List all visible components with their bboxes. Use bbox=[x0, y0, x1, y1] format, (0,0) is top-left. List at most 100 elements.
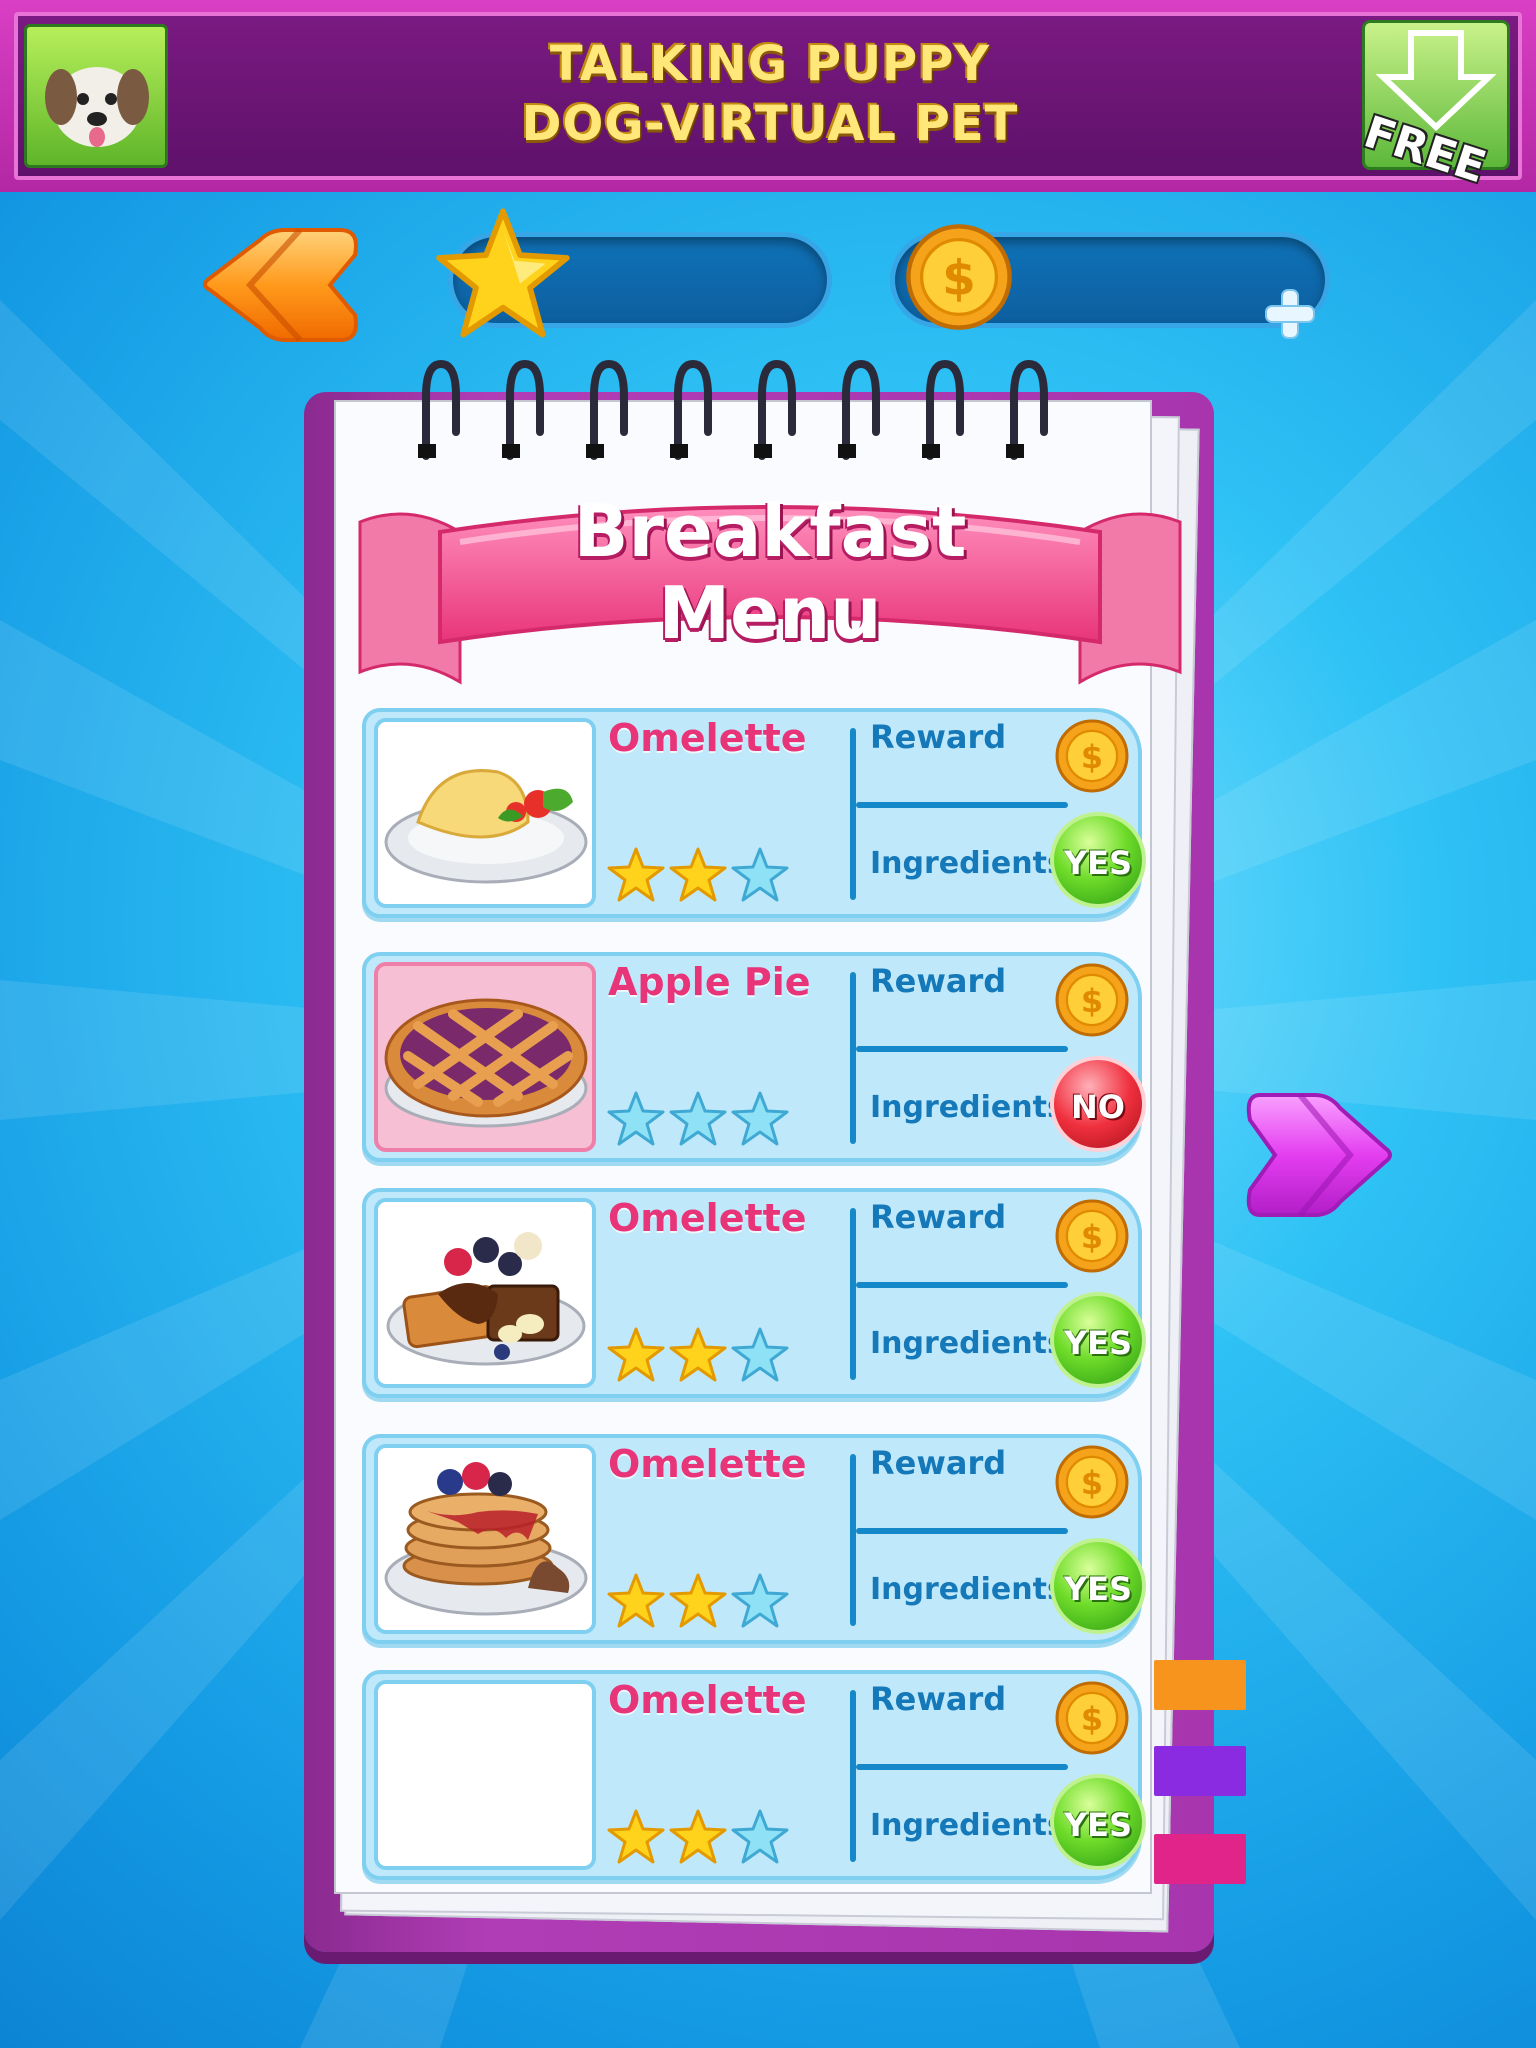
spiral-ring bbox=[586, 359, 628, 460]
ingredients-status: YES bbox=[1063, 1806, 1133, 1844]
reward-coin-icon: $ bbox=[1055, 1445, 1129, 1519]
svg-text:$: $ bbox=[1081, 1218, 1103, 1256]
card-divider bbox=[856, 1282, 1068, 1288]
dish-image-omelette bbox=[374, 718, 596, 908]
star-filled-icon bbox=[607, 1327, 665, 1382]
star-rating bbox=[607, 1573, 789, 1628]
menu-title-line2: Menu bbox=[658, 571, 882, 655]
star-empty-icon bbox=[731, 1327, 789, 1382]
puppy-icon bbox=[45, 67, 149, 147]
add-coins-button[interactable] bbox=[1260, 284, 1320, 344]
star-filled-icon bbox=[607, 1573, 665, 1628]
card-divider bbox=[850, 1208, 856, 1380]
star-empty-icon bbox=[607, 1091, 665, 1146]
ad-title-line2: DOG-VIRTUAL PET bbox=[521, 96, 1019, 152]
spiral-ring bbox=[1006, 359, 1048, 460]
reward-coin-icon: $ bbox=[1055, 963, 1129, 1037]
dish-image-waffles bbox=[374, 1198, 596, 1388]
reward-label: Reward bbox=[870, 962, 1007, 1000]
ingredients-status-badge[interactable]: YES bbox=[1050, 1538, 1146, 1634]
ingredients-status-badge[interactable]: NO bbox=[1050, 1056, 1146, 1152]
dish-image-empty bbox=[374, 1680, 596, 1870]
dish-name: Omelette bbox=[608, 1196, 807, 1240]
star-empty-icon bbox=[731, 1573, 789, 1628]
spiral-ring bbox=[922, 359, 964, 460]
star-filled-icon bbox=[669, 847, 727, 902]
star-filled-icon bbox=[607, 1809, 665, 1864]
menu-item-card[interactable]: Apple Pie Reward Ingredients $ NO bbox=[362, 952, 1146, 1162]
next-arrow-button[interactable] bbox=[1240, 1070, 1400, 1240]
star-empty-icon bbox=[731, 847, 789, 902]
svg-text:$: $ bbox=[1081, 1464, 1103, 1502]
dish-name: Apple Pie bbox=[608, 960, 811, 1004]
star-empty-icon bbox=[669, 1091, 727, 1146]
spiral-ring bbox=[838, 359, 880, 460]
reward-label: Reward bbox=[870, 1680, 1007, 1718]
menu-item-card[interactable]: Omelette Reward Ingredients $ YES bbox=[362, 708, 1146, 918]
reward-label: Reward bbox=[870, 1198, 1007, 1236]
notebook-tab-orange[interactable] bbox=[1154, 1660, 1246, 1710]
star-empty-icon bbox=[731, 1091, 789, 1146]
menu-title: Breakfast Menu bbox=[520, 490, 1020, 654]
card-divider bbox=[856, 1528, 1068, 1534]
notebook-tab-magenta[interactable] bbox=[1154, 1834, 1246, 1884]
card-divider bbox=[850, 1454, 856, 1626]
ingredients-label: Ingredients bbox=[870, 1572, 1065, 1607]
ingredients-status-badge[interactable]: YES bbox=[1050, 1774, 1146, 1870]
reward-label: Reward bbox=[870, 1444, 1007, 1482]
spiral-ring bbox=[502, 359, 544, 460]
star-rating bbox=[607, 1091, 789, 1146]
menu-item-card[interactable]: Omelette Reward Ingredients $ YES bbox=[362, 1670, 1146, 1880]
card-divider bbox=[850, 1690, 856, 1862]
card-divider bbox=[856, 1046, 1068, 1052]
ingredients-label: Ingredients bbox=[870, 1090, 1065, 1125]
star-icon bbox=[436, 208, 570, 338]
star-rating bbox=[607, 847, 789, 902]
star-filled-icon bbox=[669, 1809, 727, 1864]
star-empty-icon bbox=[731, 1809, 789, 1864]
ingredients-label: Ingredients bbox=[870, 1808, 1065, 1843]
dish-name: Omelette bbox=[608, 1442, 807, 1486]
ad-title: TALKING PUPPY DOG-VIRTUAL PET bbox=[300, 34, 1240, 154]
spiral-ring bbox=[418, 359, 460, 460]
svg-text:$: $ bbox=[1081, 982, 1103, 1020]
ingredients-status: YES bbox=[1063, 1570, 1133, 1608]
menu-item-card[interactable]: Omelette Reward Ingredients $ YES bbox=[362, 1434, 1146, 1644]
ad-title-line1: TALKING PUPPY bbox=[549, 36, 991, 92]
reward-label: Reward bbox=[870, 718, 1007, 756]
svg-text:$: $ bbox=[1081, 738, 1103, 776]
spiral-ring bbox=[754, 359, 796, 460]
spiral-ring bbox=[670, 359, 712, 460]
ingredients-label: Ingredients bbox=[870, 1326, 1065, 1361]
back-arrow-button[interactable] bbox=[190, 210, 360, 360]
star-filled-icon bbox=[607, 847, 665, 902]
ingredients-status: YES bbox=[1063, 1324, 1133, 1362]
reward-coin-icon: $ bbox=[1055, 1199, 1129, 1273]
ingredients-label: Ingredients bbox=[870, 846, 1065, 881]
ingredients-status-badge[interactable]: YES bbox=[1050, 1292, 1146, 1388]
ad-banner[interactable]: TALKING PUPPY DOG-VIRTUAL PET FREE bbox=[0, 0, 1536, 193]
star-filled-icon bbox=[669, 1327, 727, 1382]
card-divider bbox=[856, 1764, 1068, 1770]
svg-text:$: $ bbox=[1081, 1700, 1103, 1738]
card-divider bbox=[850, 972, 856, 1144]
star-rating bbox=[607, 1809, 789, 1864]
notebook-tab-violet[interactable] bbox=[1154, 1746, 1246, 1796]
svg-text:$: $ bbox=[942, 251, 976, 307]
menu-item-card[interactable]: Omelette Reward Ingredients $ YES bbox=[362, 1188, 1146, 1398]
dish-name: Omelette bbox=[608, 716, 807, 760]
star-filled-icon bbox=[669, 1573, 727, 1628]
card-divider bbox=[856, 802, 1068, 808]
dish-name: Omelette bbox=[608, 1678, 807, 1722]
card-divider bbox=[850, 728, 856, 900]
star-rating bbox=[607, 1327, 789, 1382]
ingredients-status-badge[interactable]: YES bbox=[1050, 812, 1146, 908]
ad-app-icon[interactable] bbox=[24, 24, 168, 168]
dish-image-pancakes bbox=[374, 1444, 596, 1634]
ingredients-status: NO bbox=[1071, 1088, 1125, 1126]
reward-coin-icon: $ bbox=[1055, 1681, 1129, 1755]
menu-title-line1: Breakfast bbox=[573, 489, 967, 573]
reward-coin-icon: $ bbox=[1055, 719, 1129, 793]
ingredients-status: YES bbox=[1063, 844, 1133, 882]
dish-image-apple-pie bbox=[374, 962, 596, 1152]
